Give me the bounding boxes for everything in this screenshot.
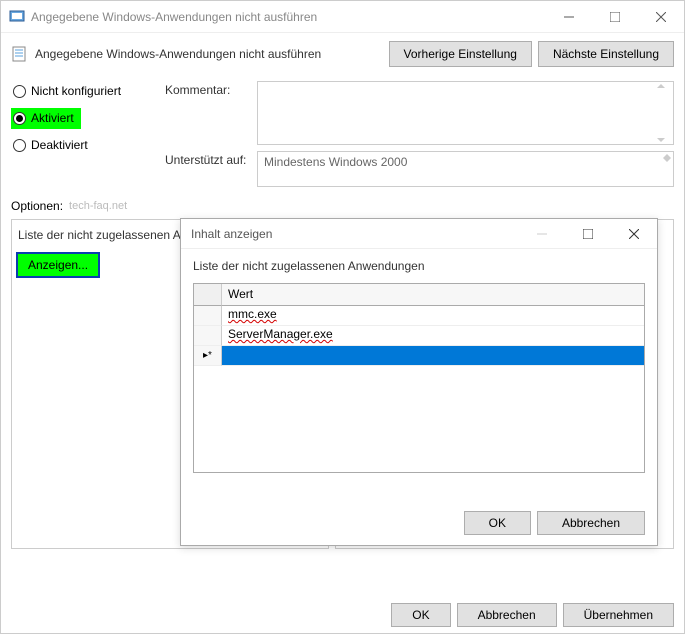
radio-label: Nicht konfiguriert [31,84,121,98]
radio-enabled[interactable]: Aktiviert [11,108,81,129]
apply-button[interactable]: Übernehmen [563,603,674,627]
window-title: Angegebene Windows-Anwendungen nicht aus… [31,10,546,24]
radio-disabled[interactable]: Deaktiviert [11,135,159,156]
policy-name: Angegebene Windows-Anwendungen nicht aus… [35,47,383,61]
scrollbar[interactable] [657,84,671,142]
supported-on-box: Mindestens Windows 2000 [257,151,674,187]
supported-on-label: Unterstützt auf: [165,153,257,187]
table-row[interactable]: ServerManager.exe [194,326,644,346]
dialog-title: Inhalt anzeigen [191,227,519,241]
close-button[interactable] [638,1,684,32]
policy-icon [11,46,27,62]
state-radio-group: Nicht konfiguriert Aktiviert Deaktiviert [11,81,159,193]
radio-icon [13,139,26,152]
dialog-minimize-button[interactable] [519,219,565,248]
column-header-value[interactable]: Wert [222,284,644,306]
scroll-up-icon [657,84,665,88]
show-button[interactable]: Anzeigen... [16,252,100,278]
next-setting-button[interactable]: Nächste Einstellung [538,41,674,67]
row-header [194,306,222,326]
radio-label: Deaktiviert [31,138,88,152]
dialog-cancel-button[interactable]: Abbrechen [537,511,645,535]
cell-value[interactable]: ServerManager.exe [228,327,333,341]
dialog-close-button[interactable] [611,219,657,248]
table-row-new[interactable]: ▸* [194,346,644,366]
grid-corner [194,284,222,306]
show-contents-dialog: Inhalt anzeigen Liste der nicht zugelass… [180,218,658,546]
dialog-label: Liste der nicht zugelassenen Anwendungen [193,259,645,273]
scroll-down-icon [663,158,671,162]
dialog-titlebar: Inhalt anzeigen [181,219,657,249]
scroll-down-icon [657,138,665,142]
row-header [194,326,222,346]
supported-on-value: Mindestens Windows 2000 [264,155,407,169]
minimize-button[interactable] [546,1,592,32]
policy-header: Angegebene Windows-Anwendungen nicht aus… [1,33,684,81]
app-icon [9,9,25,25]
previous-setting-button[interactable]: Vorherige Einstellung [389,41,532,67]
ok-button[interactable]: OK [391,603,450,627]
radio-label: Aktiviert [31,111,74,125]
comment-label: Kommentar: [165,83,257,145]
new-row-marker: ▸* [194,346,222,366]
watermark: tech-faq.net [69,200,127,212]
dialog-maximize-button[interactable] [565,219,611,248]
maximize-button[interactable] [592,1,638,32]
scrollbar[interactable] [663,154,671,184]
main-titlebar: Angegebene Windows-Anwendungen nicht aus… [1,1,684,33]
values-grid[interactable]: Wert mmc.exe ServerManager.exe ▸* [193,283,645,473]
radio-not-configured[interactable]: Nicht konfiguriert [11,81,159,102]
table-row[interactable]: mmc.exe [194,306,644,326]
cancel-button[interactable]: Abbrechen [457,603,557,627]
options-label: Optionen: [11,199,63,213]
radio-icon [13,85,26,98]
dialog-ok-button[interactable]: OK [464,511,531,535]
comment-textarea[interactable] [257,81,674,145]
cell-value-empty[interactable] [222,346,644,366]
cell-value[interactable]: mmc.exe [228,307,277,321]
radio-icon [13,112,26,125]
